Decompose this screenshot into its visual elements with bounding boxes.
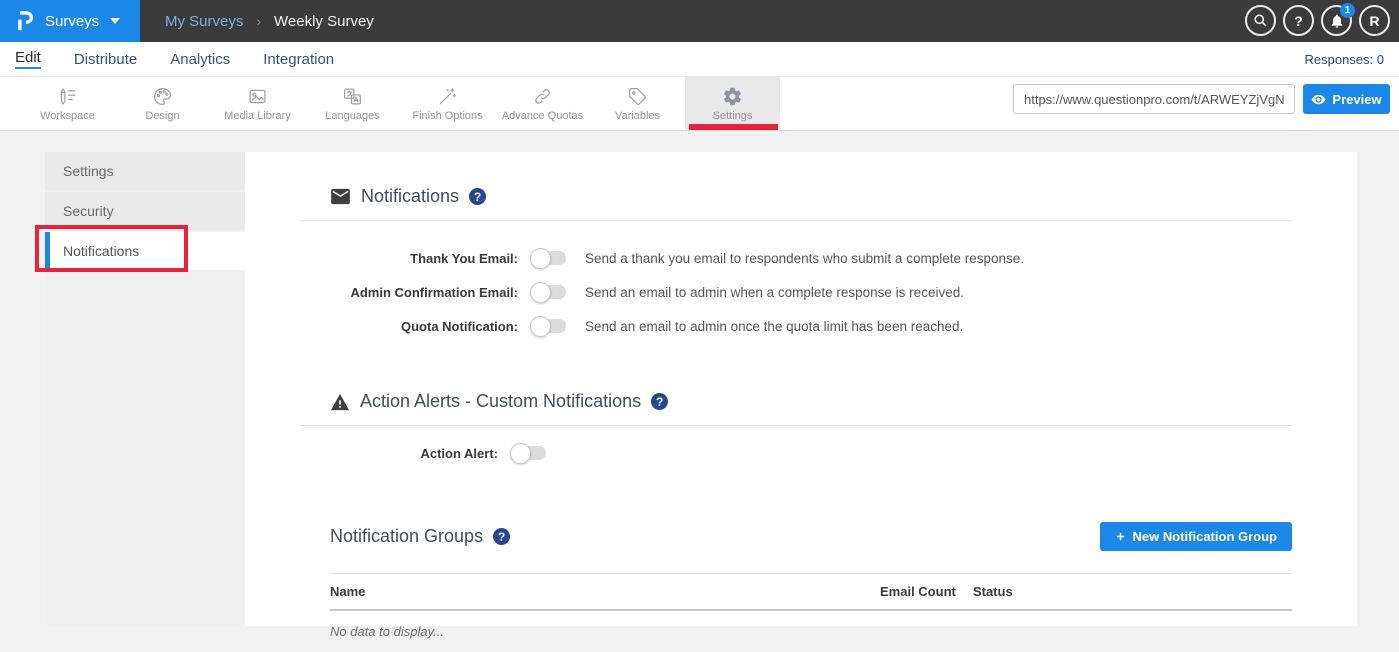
table-header-row: Name Email Count Status — [330, 573, 1292, 611]
settings-sidebar: Settings Security Notifications — [45, 152, 245, 626]
notification-groups-table: Name Email Count Status No data to displ… — [330, 573, 1292, 652]
sidebar-item-security[interactable]: Security — [45, 192, 245, 230]
notifications-section-header: Notifications ? — [330, 186, 1292, 207]
translate-icon — [342, 86, 363, 107]
new-notification-group-button[interactable]: New Notification Group — [1100, 522, 1292, 551]
section-divider — [300, 425, 1292, 426]
notification-groups-title-row: Notification Groups ? — [330, 526, 510, 547]
notification-count-badge: 1 — [1340, 3, 1355, 18]
toolbar-label: Finish Options — [412, 110, 482, 122]
tab-distribute[interactable]: Distribute — [74, 51, 137, 68]
toggle-label: Quota Notification: — [300, 319, 518, 334]
annotation-highlight-settings-tab — [689, 124, 778, 130]
plus-icon — [1115, 531, 1126, 542]
product-switcher[interactable]: Surveys — [0, 0, 140, 42]
top-header: Surveys My Surveys › Weekly Survey ? 1 R — [0, 0, 1399, 42]
image-icon — [247, 86, 268, 107]
toggle-row-quota-notification: Quota Notification: Send an email to adm… — [300, 309, 1292, 343]
link-icon — [532, 86, 553, 107]
toolbar-item-settings[interactable]: Settings — [685, 77, 780, 130]
section-title: Action Alerts - Custom Notifications — [360, 391, 641, 412]
envelope-icon — [330, 188, 351, 205]
responses-count: Responses: 0 — [1305, 52, 1385, 67]
chevron-down-icon — [110, 18, 120, 24]
help-icon[interactable]: ? — [493, 528, 510, 545]
toggle-row-admin-confirmation-email: Admin Confirmation Email: Send an email … — [300, 275, 1292, 309]
search-button[interactable] — [1245, 5, 1276, 36]
toggle-description: Send a thank you email to respondents wh… — [585, 251, 1024, 266]
help-icon[interactable]: ? — [469, 188, 486, 205]
toggle-label: Thank You Email: — [300, 251, 518, 266]
toolbar-item-workspace[interactable]: Workspace — [20, 77, 115, 130]
quota-notification-toggle[interactable] — [533, 319, 566, 333]
section-title: Notification Groups — [330, 526, 483, 547]
toolbar-label: Workspace — [40, 110, 95, 122]
settings-content: Settings Security Notifications Notifica… — [0, 131, 1399, 626]
column-header-status: Status — [973, 584, 1292, 599]
question-mark-icon: ? — [1294, 13, 1303, 29]
survey-nav-tabs: Edit Distribute Analytics Integration Re… — [0, 42, 1399, 77]
help-icon[interactable]: ? — [651, 393, 668, 410]
sidebar-item-notifications[interactable]: Notifications — [45, 232, 245, 270]
admin-confirmation-email-toggle[interactable] — [533, 285, 566, 299]
breadcrumb-current-survey: Weekly Survey — [274, 13, 374, 30]
toolbar-item-languages[interactable]: Languages — [305, 77, 400, 130]
new-group-label: New Notification Group — [1133, 529, 1277, 544]
tab-edit[interactable]: Edit — [15, 49, 41, 69]
notification-groups-header: Notification Groups ? New Notification G… — [330, 522, 1292, 551]
section-divider — [300, 220, 1292, 221]
notifications-button[interactable]: 1 — [1321, 5, 1352, 36]
toggle-label: Action Alert: — [300, 446, 498, 461]
breadcrumb-separator: › — [256, 13, 261, 29]
search-icon — [1253, 13, 1268, 28]
product-name: Surveys — [45, 13, 99, 30]
avatar-initial: R — [1369, 13, 1379, 29]
breadcrumb: My Surveys › Weekly Survey — [165, 13, 374, 30]
action-alert-toggle[interactable] — [513, 446, 546, 460]
gear-icon — [722, 86, 743, 107]
toggle-row-thank-you-email: Thank You Email: Send a thank you email … — [300, 241, 1292, 275]
toolbar-item-variables[interactable]: Variables — [590, 77, 685, 130]
toolbar-item-finish-options[interactable]: Finish Options — [400, 77, 495, 130]
toolbar-label: Settings — [713, 110, 753, 122]
breadcrumb-my-surveys[interactable]: My Surveys — [165, 13, 243, 30]
palette-icon — [152, 86, 173, 107]
toolbar-label: Languages — [325, 110, 379, 122]
toolbar-item-advance-quotas[interactable]: Advance Quotas — [495, 77, 590, 130]
warning-triangle-icon — [330, 393, 350, 411]
toolbar-label: Variables — [615, 110, 660, 122]
section-title: Notifications — [361, 186, 459, 207]
toggle-row-action-alert: Action Alert: — [300, 436, 1292, 470]
preview-button[interactable]: Preview — [1303, 84, 1390, 114]
tab-analytics[interactable]: Analytics — [170, 51, 230, 68]
toolbar-label: Media Library — [224, 110, 291, 122]
toggle-description: Send an email to admin once the quota li… — [585, 319, 963, 334]
workspace-icon — [57, 86, 78, 107]
toggle-label: Admin Confirmation Email: — [300, 285, 518, 300]
toolbar-label: Advance Quotas — [502, 110, 583, 122]
tag-icon — [627, 86, 648, 107]
preview-label: Preview — [1332, 92, 1381, 107]
sidebar-item-settings[interactable]: Settings — [45, 152, 245, 190]
notifications-panel: Notifications ? Thank You Email: Send a … — [245, 152, 1357, 626]
toolbar-item-media-library[interactable]: Media Library — [210, 77, 305, 130]
column-header-email-count: Email Count — [880, 584, 973, 599]
toolbar-label: Design — [145, 110, 179, 122]
thank-you-email-toggle[interactable] — [533, 251, 566, 265]
toggle-description: Send an email to admin when a complete r… — [585, 285, 964, 300]
header-actions: ? 1 R — [1245, 5, 1390, 36]
column-header-name: Name — [330, 584, 880, 599]
eye-icon — [1311, 92, 1326, 107]
magic-wand-icon — [437, 86, 458, 107]
tab-integration[interactable]: Integration — [263, 51, 334, 68]
action-alerts-section-header: Action Alerts - Custom Notifications ? — [330, 391, 1292, 412]
table-empty-message: No data to display... — [330, 611, 1292, 652]
toolbar-item-design[interactable]: Design — [115, 77, 210, 130]
user-avatar[interactable]: R — [1359, 5, 1390, 36]
survey-url-input[interactable] — [1013, 84, 1295, 114]
questionpro-logo-icon — [14, 8, 36, 34]
help-button[interactable]: ? — [1283, 5, 1314, 36]
